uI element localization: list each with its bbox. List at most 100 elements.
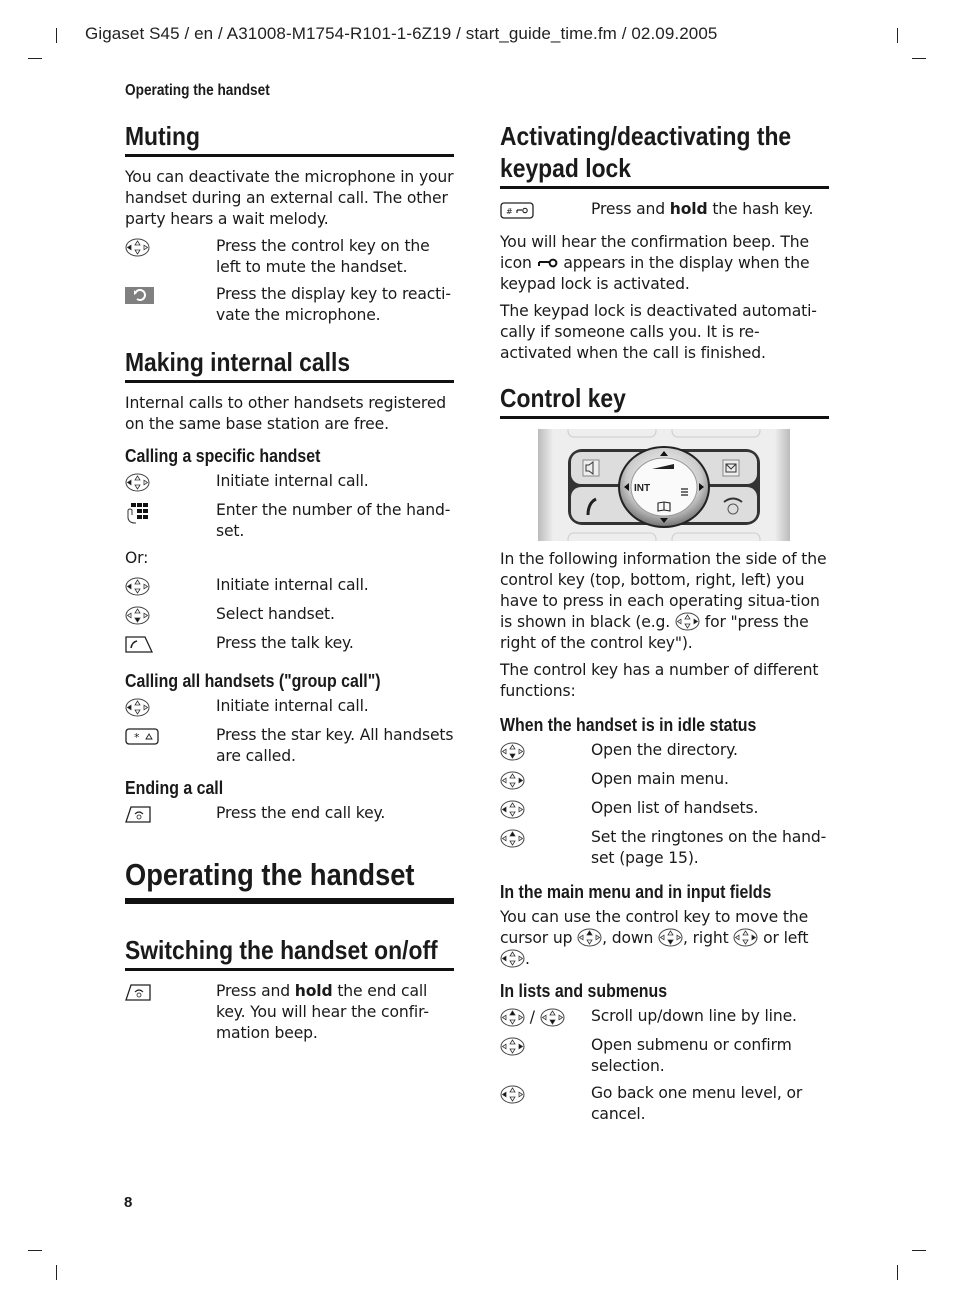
control-key-left-icon bbox=[125, 577, 150, 598]
subsection-title: Calling all handsets ("group call") bbox=[125, 670, 381, 691]
svg-text:#: # bbox=[506, 207, 513, 216]
step-text: Press the end call key. bbox=[216, 804, 386, 822]
subsection-title: When the handset is in idle status bbox=[500, 714, 757, 735]
section-switching: Switching the handset on/off Press and h… bbox=[125, 934, 454, 1044]
control-key-right-icon bbox=[500, 1037, 525, 1058]
crop-mark bbox=[56, 1265, 57, 1280]
handset-keypad-image: INT bbox=[538, 422, 790, 548]
section-keypad-lock: Activating/deactivating the keypad lock … bbox=[500, 120, 829, 364]
step: Go back one menu level, or cancel. bbox=[500, 1083, 829, 1125]
step: # Press and hold the hash key. bbox=[500, 199, 829, 226]
keypad-icon bbox=[125, 502, 151, 530]
star-key-icon: * bbox=[125, 727, 159, 752]
step-text: Scroll up/down line by line. bbox=[591, 1007, 797, 1025]
control-key-left-icon bbox=[125, 473, 150, 494]
paragraph: In the following information the side of… bbox=[500, 550, 827, 652]
control-key-down-icon bbox=[658, 928, 683, 947]
step: / Scroll up/down line by line. bbox=[500, 1006, 829, 1029]
step: Initiate internal call. bbox=[125, 471, 454, 494]
subsection-title: In lists and submenus bbox=[500, 980, 668, 1001]
crop-mark bbox=[28, 58, 42, 59]
step-text: Press the star key. All handsets are cal… bbox=[216, 726, 454, 765]
step: Open main menu. bbox=[500, 769, 829, 792]
step-text: Set the ringtones on the hand-set (page … bbox=[591, 828, 827, 867]
section-title: Muting bbox=[125, 121, 200, 151]
control-key-right-icon bbox=[675, 612, 700, 631]
paragraph: The keypad lock is deactivated automati-… bbox=[500, 302, 817, 362]
talk-key-icon bbox=[125, 635, 154, 660]
subsection-title: Calling a specific handset bbox=[125, 445, 321, 466]
slash-separator: / bbox=[525, 1008, 540, 1026]
paragraph: The control key has a number of differen… bbox=[500, 661, 819, 700]
control-key-down-icon bbox=[125, 606, 150, 627]
section-operating-handset: Operating the handset bbox=[125, 856, 454, 904]
control-key-left-icon bbox=[500, 949, 525, 968]
control-key-left-icon bbox=[500, 800, 525, 821]
step: Initiate internal call. bbox=[125, 575, 454, 598]
control-key-right-icon bbox=[500, 771, 525, 792]
crop-mark bbox=[897, 1265, 898, 1280]
step: Initiate internal call. bbox=[125, 696, 454, 719]
int-label: INT bbox=[634, 483, 650, 494]
control-key-up-icon bbox=[500, 829, 525, 850]
step-text: Open list of handsets. bbox=[591, 799, 759, 817]
display-key-back-icon bbox=[125, 286, 155, 311]
step: Press the control key on the left to mut… bbox=[125, 236, 454, 278]
step-text: Initiate internal call. bbox=[216, 697, 369, 715]
step-text: Press the control key on the left to mut… bbox=[216, 237, 430, 276]
page-number: 8 bbox=[124, 1194, 133, 1211]
subsection-title: In the main menu and in input fields bbox=[500, 881, 772, 902]
section-control-key: Control key INT In the following informa… bbox=[500, 382, 829, 1125]
step: Press the talk key. bbox=[125, 633, 454, 660]
section-title: Control key bbox=[500, 383, 626, 413]
section-title-line2: keypad lock bbox=[500, 153, 631, 183]
running-head: Operating the handset bbox=[125, 82, 270, 99]
step: Open submenu or confirm selection. bbox=[500, 1035, 829, 1077]
control-key-down-icon bbox=[540, 1008, 565, 1029]
key-lock-icon bbox=[537, 254, 559, 272]
step: Open list of handsets. bbox=[500, 798, 829, 821]
right-column: Activating/deactivating the keypad lock … bbox=[500, 120, 829, 1131]
control-key-down-icon bbox=[500, 742, 525, 763]
crop-mark bbox=[912, 58, 926, 59]
paragraph: Internal calls to other handsets registe… bbox=[125, 394, 447, 433]
left-column: Muting You can deactivate the microphone… bbox=[125, 120, 454, 1050]
step-text: Open submenu or confirm selection. bbox=[591, 1036, 792, 1075]
crop-mark bbox=[912, 1250, 926, 1251]
section-title: Making internal calls bbox=[125, 347, 351, 377]
svg-text:*: * bbox=[134, 731, 140, 744]
step: Set the ringtones on the hand-set (page … bbox=[500, 827, 829, 869]
paragraph: You can deactivate the microphone in you… bbox=[125, 168, 454, 228]
step: * Press the star key. All handsets are c… bbox=[125, 725, 454, 767]
crop-mark bbox=[56, 28, 57, 43]
section-title: Switching the handset on/off bbox=[125, 935, 438, 965]
section-title: Activating/deactivating the bbox=[500, 121, 792, 151]
or-label: Or: bbox=[125, 549, 149, 567]
control-key-up-icon bbox=[500, 1008, 525, 1029]
section-internal-calls: Making internal calls Internal calls to … bbox=[125, 346, 454, 830]
step-text: Select handset. bbox=[216, 605, 335, 623]
end-call-key-icon bbox=[125, 983, 151, 1008]
step-text: Open main menu. bbox=[591, 770, 729, 788]
control-key-left-icon bbox=[125, 698, 150, 719]
step-text: Press the display key to reacti-vate the… bbox=[216, 285, 451, 324]
step: Press the end call key. bbox=[125, 803, 454, 830]
step-text: Enter the number of the hand-set. bbox=[216, 501, 451, 540]
section-muting: Muting You can deactivate the microphone… bbox=[125, 120, 454, 326]
crop-mark bbox=[897, 28, 898, 43]
step: Press the display key to reacti-vate the… bbox=[125, 284, 454, 326]
end-call-key-icon bbox=[125, 805, 151, 830]
step-text: Initiate internal call. bbox=[216, 576, 369, 594]
step-text: Press the talk key. bbox=[216, 634, 354, 652]
step: Enter the number of the hand-set. bbox=[125, 500, 454, 542]
control-key-left-icon bbox=[500, 1085, 525, 1106]
step-text: Open the directory. bbox=[591, 741, 738, 759]
step-text: Initiate internal call. bbox=[216, 472, 369, 490]
paragraph: You can use the control key to move the … bbox=[500, 908, 809, 968]
control-key-up-icon bbox=[577, 928, 602, 947]
paragraph: You will hear the confirmation beep. The… bbox=[500, 233, 810, 293]
step-text: Press and hold the hash key. bbox=[591, 200, 814, 218]
chapter-title: Operating the handset bbox=[125, 857, 415, 892]
step-text: Press and hold the end call key. You wil… bbox=[216, 982, 429, 1042]
subsection-title: Ending a call bbox=[125, 777, 224, 798]
